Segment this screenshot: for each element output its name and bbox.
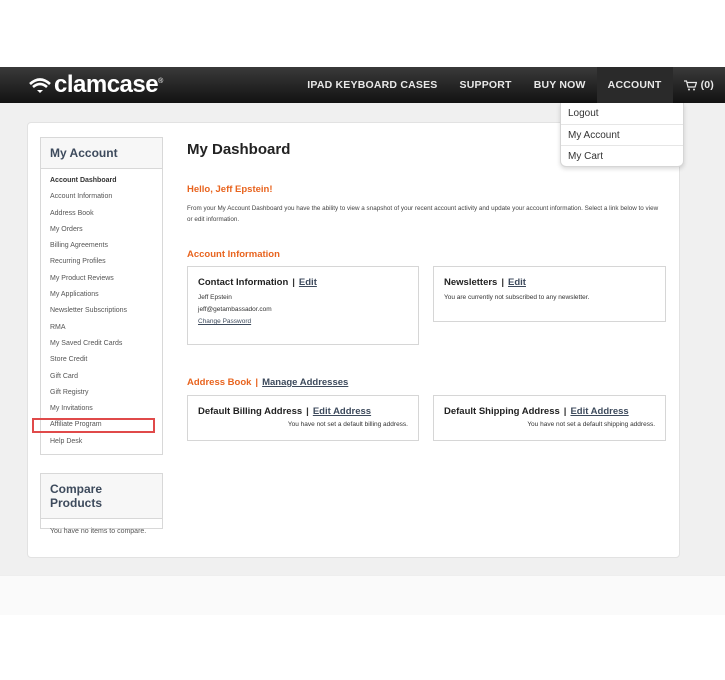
sidebar-item-account-dashboard[interactable]: Account Dashboard: [41, 173, 162, 189]
sidebar-item-newsletter-subscriptions[interactable]: Newsletter Subscriptions: [41, 303, 162, 319]
sidebar-item-recurring-profiles[interactable]: Recurring Profiles: [41, 254, 162, 270]
shipping-title: Default Shipping Address | Edit Address: [444, 406, 629, 417]
contact-information-title: Contact Information | Edit: [198, 277, 317, 288]
account-dropdown: Logout My Account My Cart: [560, 103, 684, 167]
change-password-link[interactable]: Change Password: [188, 316, 418, 328]
address-book-heading: Address Book | Manage Addresses: [187, 377, 349, 388]
edit-newsletters-link[interactable]: Edit: [508, 277, 526, 288]
default-billing-card: Default Billing Address | Edit Address You…: [187, 395, 419, 441]
contact-name: Jeff Epstein: [198, 294, 232, 301]
compare-title: Compare Products: [41, 474, 162, 519]
sidebar-my-account: My Account Account Dashboard Account Inf…: [40, 137, 163, 455]
sidebar-item-rma[interactable]: RMA: [41, 320, 162, 336]
nav-account[interactable]: ACCOUNT: [596, 67, 673, 103]
contact-email: jeff@getambassador.com: [198, 306, 272, 313]
edit-shipping-address-link[interactable]: Edit Address: [570, 406, 628, 417]
sidebar-item-help-desk[interactable]: Help Desk: [41, 434, 162, 450]
sidebar-item-gift-card[interactable]: Gift Card: [41, 369, 162, 385]
top-nav-bar: clamcase® IPAD KEYBOARD CASES SUPPORT BU…: [0, 67, 725, 103]
newsletters-text: You are currently not subscribed to any …: [444, 294, 590, 301]
default-shipping-card: Default Shipping Address | Edit Address Yo…: [433, 395, 666, 441]
intro-text: From your My Account Dashboard you have …: [187, 205, 659, 223]
page: clamcase® IPAD KEYBOARD CASES SUPPORT BU…: [0, 0, 725, 680]
dropdown-my-cart[interactable]: My Cart: [561, 145, 683, 166]
logo[interactable]: clamcase®: [28, 71, 163, 99]
dropdown-logout[interactable]: Logout: [561, 103, 683, 124]
sidebar-item-my-product-reviews[interactable]: My Product Reviews: [41, 271, 162, 287]
sidebar-item-store-credit[interactable]: Store Credit: [41, 352, 162, 368]
sidebar-item-gift-registry[interactable]: Gift Registry: [41, 385, 162, 401]
nav-cart[interactable]: (0): [673, 67, 725, 103]
sidebar-item-address-book[interactable]: Address Book: [41, 206, 162, 222]
page-title: My Dashboard: [187, 141, 291, 158]
nav-buy-now[interactable]: BUY NOW: [523, 67, 597, 103]
newsletters-card: Newsletters | Edit You are currently not s…: [433, 266, 666, 322]
sidebar-item-my-applications[interactable]: My Applications: [41, 287, 162, 303]
affiliate-highlight-box: [32, 418, 155, 433]
sidebar-item-my-invitations[interactable]: My Invitations: [41, 401, 162, 417]
logo-text: clamcase®: [54, 71, 163, 98]
hello-message: Hello, Jeff Epstein!: [187, 184, 273, 195]
nav-support[interactable]: SUPPORT: [449, 67, 523, 103]
newsletters-title: Newsletters | Edit: [444, 277, 526, 288]
compare-products-box: Compare Products You have no items to co…: [40, 473, 163, 535]
manage-addresses-link[interactable]: Manage Addresses: [262, 377, 348, 388]
sidebar-title: My Account: [41, 138, 162, 169]
contact-information-card: Contact Information | Edit Jeff Epstein je…: [187, 266, 419, 345]
shipping-text: You have not set a default shipping addr…: [527, 421, 655, 428]
sidebar-item-account-information[interactable]: Account Information: [41, 189, 162, 205]
cart-count: (0): [700, 79, 714, 91]
sidebar-item-billing-agreements[interactable]: Billing Agreements: [41, 238, 162, 254]
footer-strip: [0, 575, 725, 615]
billing-text: You have not set a default billing addre…: [287, 421, 408, 428]
main-nav: IPAD KEYBOARD CASES SUPPORT BUY NOW ACCO…: [296, 67, 725, 103]
clamcase-logo-icon: [29, 78, 51, 93]
nav-ipad-keyboard-cases[interactable]: IPAD KEYBOARD CASES: [296, 67, 448, 103]
sidebar-list: Account Dashboard Account Information Ad…: [41, 169, 162, 454]
edit-contact-link[interactable]: Edit: [299, 277, 317, 288]
sidebar-item-my-orders[interactable]: My Orders: [41, 222, 162, 238]
dropdown-my-account[interactable]: My Account: [561, 124, 683, 145]
billing-title: Default Billing Address | Edit Address: [198, 406, 372, 417]
sidebar-item-saved-credit-cards[interactable]: My Saved Credit Cards: [41, 336, 162, 352]
compare-empty-text: You have no items to compare.: [50, 528, 147, 535]
edit-billing-address-link[interactable]: Edit Address: [313, 406, 371, 417]
account-information-heading: Account Information: [187, 249, 280, 260]
cart-icon: [683, 79, 697, 90]
